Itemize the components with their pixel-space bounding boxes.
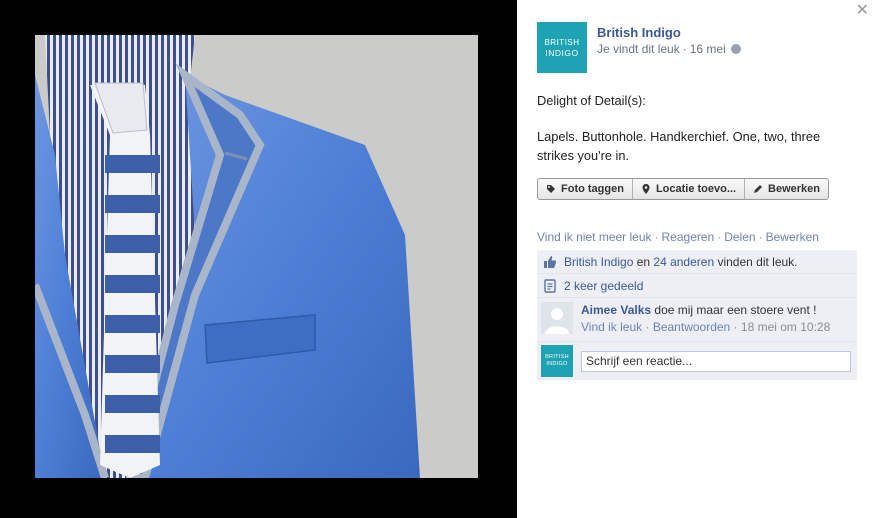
shares-link[interactable]: 2 keer gedeeld — [564, 279, 643, 293]
globe-icon[interactable] — [730, 44, 741, 54]
comment-link[interactable]: Reageren — [662, 230, 715, 244]
post-panel: ✕ BRITISH INDIGO British Indigo Je vindt… — [517, 0, 877, 518]
shares-row: 2 keer gedeeld — [537, 274, 857, 298]
actions-sep-3: · — [758, 230, 763, 244]
post-text-line3: strikes you're in. — [537, 148, 630, 163]
tag-photo-button[interactable]: Foto taggen — [538, 179, 633, 199]
actions-sep-1: · — [654, 230, 659, 244]
logo-line1: BRITISH — [544, 37, 580, 47]
likes-row: British Indigo en 24 anderen vinden dit … — [537, 250, 857, 274]
likes-suffix: vinden dit leuk. — [714, 254, 798, 269]
share-document-icon — [544, 278, 556, 293]
edit-post-link[interactable]: Bewerken — [766, 230, 819, 244]
default-avatar-icon — [541, 302, 573, 334]
edit-label: Bewerken — [768, 183, 820, 195]
mini-logo-line2: INDIGO — [546, 361, 568, 367]
tag-icon — [547, 185, 555, 193]
comment-meta: Vind ik leuk · Beantwoorden · 18 mei om … — [581, 319, 830, 336]
mini-logo-line1: BRITISH — [545, 354, 569, 360]
post-meta: Je vindt dit leuk · 16 mei — [597, 42, 741, 56]
post-text-line1: Delight of Detail(s): — [537, 93, 646, 108]
likes-and: en — [633, 254, 654, 269]
comment-meta-sep-2: · — [730, 320, 741, 334]
meta-separator: · — [682, 42, 687, 56]
thumbs-up-icon — [544, 255, 557, 268]
reply-row: BRITISH INDIGO — [537, 342, 857, 380]
photo-action-buttons: Foto taggen Locatie toevo... Bewerken — [537, 178, 829, 200]
likes-others-link[interactable]: 24 anderen — [653, 255, 714, 269]
actions-sep-2: · — [717, 230, 722, 244]
meta-like-status: Je vindt dit leuk — [597, 42, 680, 56]
post-text-line2: Lapels. Buttonhole. Handkerchief. One, t… — [537, 129, 821, 144]
tag-photo-label: Foto taggen — [561, 183, 624, 195]
comment-text: doe mij maar een stoere vent ! — [651, 303, 817, 317]
share-link[interactable]: Delen — [724, 230, 755, 244]
likes-page-link[interactable]: British Indigo — [564, 255, 633, 269]
comment-reply-link[interactable]: Beantwoorden — [653, 320, 730, 334]
meta-date-link[interactable]: 16 mei — [690, 42, 726, 56]
post-photo[interactable] — [35, 35, 478, 478]
photo-image — [35, 35, 478, 478]
add-location-button[interactable]: Locatie toevo... — [633, 179, 746, 199]
add-location-label: Locatie toevo... — [655, 183, 737, 195]
comment-author-link[interactable]: Aimee Valks — [581, 303, 651, 317]
comment-item: Aimee Valks doe mij maar een stoere vent… — [537, 298, 857, 342]
comment-time[interactable]: 18 mei om 10:28 — [741, 320, 830, 334]
comment-meta-sep-1: · — [642, 320, 653, 334]
photo-stage — [0, 0, 517, 518]
edit-button[interactable]: Bewerken — [745, 179, 828, 199]
page-name-link[interactable]: British Indigo — [597, 25, 681, 40]
post-actions: Vind ik niet meer leuk · Reageren · Delen · Be… — [537, 230, 819, 244]
logo-line2: INDIGO — [545, 47, 579, 58]
close-icon[interactable]: ✕ — [856, 3, 869, 19]
viewer-avatar: BRITISH INDIGO — [541, 345, 573, 377]
pencil-icon — [754, 185, 763, 193]
feedback-box: British Indigo en 24 anderen vinden dit … — [537, 250, 857, 380]
commenter-avatar[interactable] — [541, 302, 573, 334]
location-pin-icon — [642, 184, 650, 194]
page-avatar[interactable]: BRITISH INDIGO — [537, 22, 587, 73]
comment-body: Aimee Valks doe mij maar een stoere vent… — [581, 302, 830, 337]
comment-like-link[interactable]: Vind ik leuk — [581, 320, 642, 334]
comment-input[interactable] — [581, 350, 851, 372]
unlike-link[interactable]: Vind ik niet meer leuk — [537, 230, 652, 244]
